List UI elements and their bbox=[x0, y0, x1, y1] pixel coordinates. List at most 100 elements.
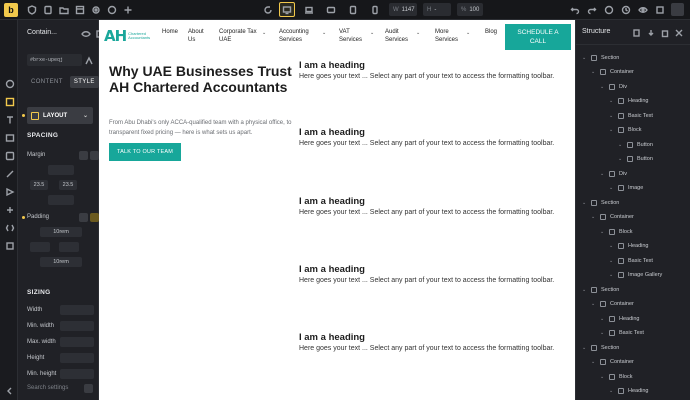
structure-item[interactable]: ⌄ Button bbox=[618, 153, 653, 166]
margin-bottom-input[interactable] bbox=[48, 195, 74, 205]
chevron-down-icon[interactable]: ⌄ bbox=[582, 287, 587, 293]
refresh-icon[interactable] bbox=[262, 4, 273, 15]
structure-item[interactable]: ⌄ Heading bbox=[609, 385, 649, 398]
structure-item[interactable]: ⌄ Container bbox=[591, 298, 634, 311]
typography-icon[interactable] bbox=[4, 114, 15, 125]
min-width-field[interactable] bbox=[60, 321, 94, 331]
elements-icon[interactable] bbox=[4, 78, 15, 89]
structure-item[interactable]: ⌄ Button bbox=[618, 138, 653, 151]
nav-accounting[interactable]: Accounting Services ⌄ bbox=[279, 28, 339, 44]
chevron-down-icon[interactable]: ⌄ bbox=[600, 330, 605, 336]
delete-icon[interactable] bbox=[659, 27, 670, 38]
padding-unit-icon[interactable] bbox=[90, 213, 99, 222]
chevron-down-icon[interactable]: ⌄ bbox=[609, 127, 614, 133]
nav-about[interactable]: About Us bbox=[188, 28, 219, 44]
structure-item[interactable]: ⌄ Heading bbox=[600, 312, 640, 325]
chevron-down-icon[interactable]: ⌄ bbox=[609, 243, 614, 249]
folder-icon[interactable] bbox=[58, 4, 69, 15]
class-icon[interactable] bbox=[83, 55, 94, 66]
structure-item[interactable]: ⌄ Basic Text bbox=[600, 327, 644, 340]
structure-item[interactable]: ⌄ Block bbox=[609, 124, 641, 137]
help-icon[interactable] bbox=[106, 4, 117, 15]
zoom-input[interactable]: % 100 bbox=[457, 3, 483, 16]
builder-logo[interactable]: b bbox=[4, 2, 18, 17]
margin-unit-icon[interactable] bbox=[90, 151, 99, 160]
chevron-down-icon[interactable]: ⌄ bbox=[600, 84, 605, 90]
undo-icon[interactable] bbox=[569, 4, 580, 15]
laptop-breakpoint-button[interactable] bbox=[301, 2, 317, 17]
chevron-down-icon[interactable]: ⌄ bbox=[591, 69, 596, 75]
chevron-down-icon[interactable]: ⌄ bbox=[582, 345, 587, 351]
nav-blog[interactable]: Blog bbox=[485, 28, 503, 44]
redo-icon[interactable] bbox=[586, 4, 597, 15]
shield-icon[interactable] bbox=[26, 4, 37, 15]
history-icon[interactable] bbox=[620, 4, 631, 15]
width-field[interactable] bbox=[60, 305, 94, 315]
padding-top-input[interactable]: 10rem bbox=[40, 227, 82, 237]
effects-icon[interactable] bbox=[4, 186, 15, 197]
chevron-down-icon[interactable]: ⌄ bbox=[609, 258, 614, 264]
link-icon[interactable] bbox=[79, 213, 88, 222]
link-icon[interactable] bbox=[79, 151, 88, 160]
gradient-icon[interactable] bbox=[4, 168, 15, 179]
layout-icon[interactable] bbox=[4, 96, 15, 107]
chevron-down-icon[interactable]: ⌄ bbox=[582, 55, 587, 61]
chevron-down-icon[interactable]: ⌄ bbox=[591, 359, 596, 365]
chevron-down-icon[interactable]: ⌄ bbox=[618, 142, 623, 148]
desktop-breakpoint-button[interactable] bbox=[279, 2, 295, 17]
structure-item[interactable]: ⌄ Section bbox=[582, 196, 619, 209]
max-width-field[interactable] bbox=[60, 337, 94, 347]
layout-group-toggle[interactable]: LAYOUT ⌄ bbox=[27, 107, 93, 124]
structure-item[interactable]: ⌄ Heading bbox=[609, 240, 649, 253]
structure-item[interactable]: ⌄ Image Gallery bbox=[609, 269, 662, 282]
search-icon[interactable] bbox=[84, 384, 93, 393]
mobile-breakpoint-button[interactable] bbox=[367, 2, 383, 17]
transform-icon[interactable] bbox=[4, 204, 15, 215]
margin-right-input[interactable]: 23.5 bbox=[59, 180, 77, 190]
structure-item[interactable]: ⌄ Image bbox=[609, 182, 643, 195]
collapse-all-icon[interactable] bbox=[673, 27, 684, 38]
structure-item[interactable]: ⌄ Container bbox=[591, 66, 634, 79]
save-icon[interactable] bbox=[654, 4, 665, 15]
attributes-icon[interactable] bbox=[4, 240, 15, 251]
nav-more[interactable]: More Services ⌄ bbox=[435, 28, 485, 44]
structure-item[interactable]: ⌄ Heading bbox=[609, 95, 649, 108]
chevron-down-icon[interactable]: ⌄ bbox=[600, 229, 605, 235]
chevron-down-icon[interactable]: ⌄ bbox=[600, 171, 605, 177]
structure-item[interactable]: ⌄ Div bbox=[600, 80, 627, 93]
schedule-call-button[interactable]: SCHEDULE A CALL bbox=[505, 24, 571, 50]
height-input[interactable]: H- bbox=[423, 3, 451, 16]
padding-bottom-input[interactable]: 10rem bbox=[40, 257, 82, 267]
padding-left-input[interactable] bbox=[30, 242, 50, 252]
chevron-down-icon[interactable]: ⌄ bbox=[600, 374, 605, 380]
wordpress-icon[interactable] bbox=[603, 4, 614, 15]
nav-vat[interactable]: VAT Services ⌄ bbox=[339, 28, 385, 44]
chevron-down-icon[interactable]: ⌄ bbox=[609, 185, 614, 191]
chevron-down-icon[interactable]: ⌄ bbox=[618, 156, 623, 162]
padding-right-input[interactable] bbox=[59, 242, 79, 252]
structure-item[interactable]: ⌄ Basic Text bbox=[609, 254, 653, 267]
margin-top-input[interactable] bbox=[48, 165, 74, 175]
tablet-landscape-breakpoint-button[interactable] bbox=[323, 2, 339, 17]
tab-content[interactable]: CONTENT bbox=[27, 76, 67, 88]
border-icon[interactable] bbox=[4, 150, 15, 161]
search-settings-input[interactable]: Search settings bbox=[27, 385, 68, 391]
width-input[interactable]: W 1147 bbox=[389, 3, 417, 16]
min-height-field[interactable] bbox=[60, 369, 94, 379]
nav-home[interactable]: Home bbox=[162, 28, 188, 44]
pages-icon[interactable] bbox=[42, 4, 53, 15]
preview-icon[interactable] bbox=[637, 4, 648, 15]
tab-style[interactable]: STYLE bbox=[69, 76, 99, 88]
structure-item[interactable]: ⌄ Section bbox=[582, 51, 619, 64]
structure-item[interactable]: ⌄ Basic Text bbox=[609, 109, 653, 122]
visibility-icon[interactable] bbox=[80, 28, 91, 39]
download-icon[interactable] bbox=[645, 27, 656, 38]
collapse-icon[interactable] bbox=[4, 385, 15, 396]
settings-icon[interactable] bbox=[90, 4, 101, 15]
nav-audit[interactable]: Audit Services ⌄ bbox=[385, 28, 435, 44]
structure-item[interactable]: ⌄ Container bbox=[591, 211, 634, 224]
element-id-field[interactable]: #brxe-upeqj bbox=[27, 54, 82, 66]
structure-item[interactable]: ⌄ Div bbox=[600, 167, 627, 180]
tablet-breakpoint-button[interactable] bbox=[345, 2, 361, 17]
chevron-down-icon[interactable]: ⌄ bbox=[609, 388, 614, 394]
